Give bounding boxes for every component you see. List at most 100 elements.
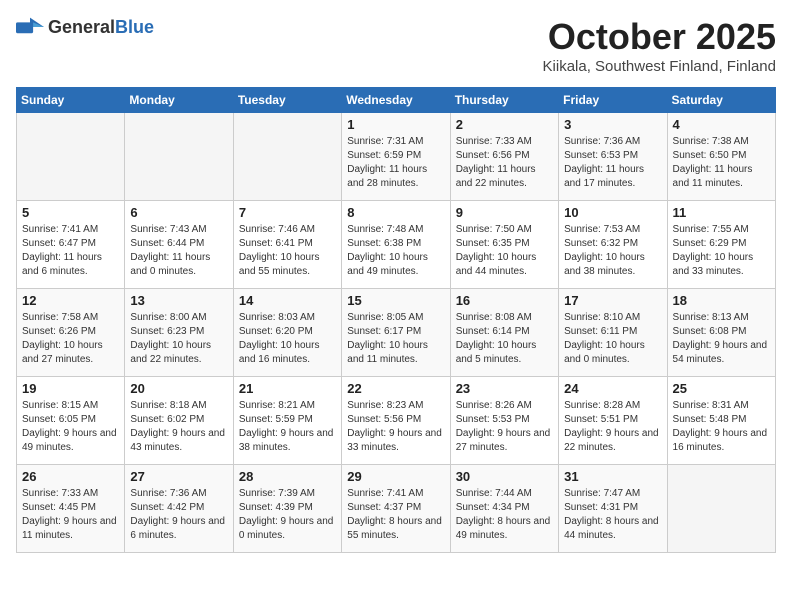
cell-info: Sunrise: 7:48 AMSunset: 6:38 PMDaylight:… [347,223,444,279]
calendar-cell: 12 Sunrise: 7:58 AMSunset: 6:26 PMDayligh… [17,289,125,377]
day-number: 4 [673,117,770,132]
calendar-cell: 20Sunrise: 8:18 AMSunset: 6:02 PMDayligh… [125,377,233,465]
calendar-cell: 25 Sunrise: 8:31 AMSunset: 5:48 PMDayligh… [667,377,775,465]
day-number: 14 [239,293,336,308]
cell-info: Sunrise: 7:47 AMSunset: 4:31 PMDaylight:… [564,487,661,543]
calendar-week-2: 5 Sunrise: 7:41 AMSunset: 6:47 PMDaylight… [17,201,776,289]
logo-icon [16,16,44,38]
calendar-cell: 17Sunrise: 8:10 AMSunset: 6:11 PMDayligh… [559,289,667,377]
calendar-cell: 4 Sunrise: 7:38 AMSunset: 6:50 PMDaylight… [667,113,775,201]
calendar-cell: 21Sunrise: 8:21 AMSunset: 5:59 PMDayligh… [233,377,341,465]
day-number: 11 [673,205,770,220]
cell-info: Sunrise: 8:03 AMSunset: 6:20 PMDaylight:… [239,311,336,367]
day-number: 29 [347,469,444,484]
day-number: 12 [22,293,119,308]
calendar-cell: 8 Sunrise: 7:48 AMSunset: 6:38 PMDaylight… [342,201,450,289]
col-header-friday: Friday [559,88,667,113]
day-number: 18 [673,293,770,308]
calendar-cell: 26 Sunrise: 7:33 AMSunset: 4:45 PMDayligh… [17,465,125,553]
day-number: 31 [564,469,661,484]
day-number: 10 [564,205,661,220]
calendar-cell: 22Sunrise: 8:23 AMSunset: 5:56 PMDayligh… [342,377,450,465]
calendar-cell: 29 Sunrise: 7:41 AMSunset: 4:37 PMDayligh… [342,465,450,553]
calendar-cell: 9 Sunrise: 7:50 AMSunset: 6:35 PMDaylight… [450,201,558,289]
day-number: 15 [347,293,444,308]
day-number: 27 [130,469,227,484]
day-number: 19 [22,381,119,396]
calendar-cell: 16 Sunrise: 8:08 AMSunset: 6:14 PMDayligh… [450,289,558,377]
calendar-cell [125,113,233,201]
day-number: 24 [564,381,661,396]
cell-info: Sunrise: 7:50 AMSunset: 6:35 PMDaylight:… [456,223,553,279]
logo-text: GeneralBlue [48,17,154,38]
cell-info: Sunrise: 7:38 AMSunset: 6:50 PMDaylight:… [673,135,770,191]
cell-info: Sunrise: 8:21 AMSunset: 5:59 PMDaylight:… [239,399,336,455]
calendar-week-3: 12 Sunrise: 7:58 AMSunset: 6:26 PMDayligh… [17,289,776,377]
calendar-cell: 24 Sunrise: 8:28 AMSunset: 5:51 PMDayligh… [559,377,667,465]
cell-info: Sunrise: 8:00 AMSunset: 6:23 PMDaylight:… [130,311,227,367]
cell-info: Sunrise: 8:15 AMSunset: 6:05 PMDaylight:… [22,399,119,455]
calendar-table: SundayMondayTuesdayWednesdayThursdayFrid… [16,87,776,553]
day-number: 23 [456,381,553,396]
col-header-sunday: Sunday [17,88,125,113]
calendar-cell [667,465,775,553]
cell-info: Sunrise: 7:33 AMSunset: 4:45 PMDaylight:… [22,487,119,543]
page-header: GeneralBlue October 2025 Kiikala, Southw… [16,16,776,75]
calendar-cell: 27 Sunrise: 7:36 AMSunset: 4:42 PMDayligh… [125,465,233,553]
cell-info: Sunrise: 8:13 AMSunset: 6:08 PMDaylight:… [673,311,770,367]
calendar-cell: 6 Sunrise: 7:43 AMSunset: 6:44 PMDaylight… [125,201,233,289]
calendar-cell: 10Sunrise: 7:53 AMSunset: 6:32 PMDayligh… [559,201,667,289]
cell-info: Sunrise: 7:46 AMSunset: 6:41 PMDaylight:… [239,223,336,279]
cell-info: Sunrise: 7:33 AMSunset: 6:56 PMDaylight:… [456,135,553,191]
day-number: 8 [347,205,444,220]
cell-info: Sunrise: 7:55 AMSunset: 6:29 PMDaylight:… [673,223,770,279]
cell-info: Sunrise: 8:23 AMSunset: 5:56 PMDaylight:… [347,399,444,455]
day-number: 6 [130,205,227,220]
cell-info: Sunrise: 8:08 AMSunset: 6:14 PMDaylight:… [456,311,553,367]
cell-info: Sunrise: 8:18 AMSunset: 6:02 PMDaylight:… [130,399,227,455]
col-header-monday: Monday [125,88,233,113]
col-header-saturday: Saturday [667,88,775,113]
cell-info: Sunrise: 8:10 AMSunset: 6:11 PMDaylight:… [564,311,661,367]
calendar-cell: 28 Sunrise: 7:39 AMSunset: 4:39 PMDayligh… [233,465,341,553]
cell-info: Sunrise: 7:36 AMSunset: 4:42 PMDaylight:… [130,487,227,543]
calendar-cell [233,113,341,201]
cell-info: Sunrise: 7:31 AMSunset: 6:59 PMDaylight:… [347,135,444,191]
calendar-cell: 14 Sunrise: 8:03 AMSunset: 6:20 PMDayligh… [233,289,341,377]
cell-info: Sunrise: 7:58 AMSunset: 6:26 PMDaylight:… [22,311,119,367]
col-header-wednesday: Wednesday [342,88,450,113]
cell-info: Sunrise: 7:36 AMSunset: 6:53 PMDaylight:… [564,135,661,191]
calendar-cell: 11 Sunrise: 7:55 AMSunset: 6:29 PMDayligh… [667,201,775,289]
cell-info: Sunrise: 7:39 AMSunset: 4:39 PMDaylight:… [239,487,336,543]
calendar-body: 1 Sunrise: 7:31 AMSunset: 6:59 PMDaylight… [17,113,776,553]
day-number: 30 [456,469,553,484]
day-number: 28 [239,469,336,484]
day-number: 1 [347,117,444,132]
cell-info: Sunrise: 7:41 AMSunset: 4:37 PMDaylight:… [347,487,444,543]
day-number: 26 [22,469,119,484]
calendar-cell: 30 Sunrise: 7:44 AMSunset: 4:34 PMDayligh… [450,465,558,553]
calendar-cell: 19 Sunrise: 8:15 AMSunset: 6:05 PMDayligh… [17,377,125,465]
calendar-cell [17,113,125,201]
day-number: 2 [456,117,553,132]
day-number: 25 [673,381,770,396]
day-number: 7 [239,205,336,220]
calendar-week-1: 1 Sunrise: 7:31 AMSunset: 6:59 PMDaylight… [17,113,776,201]
cell-info: Sunrise: 8:28 AMSunset: 5:51 PMDaylight:… [564,399,661,455]
cell-info: Sunrise: 8:31 AMSunset: 5:48 PMDaylight:… [673,399,770,455]
col-header-tuesday: Tuesday [233,88,341,113]
day-number: 5 [22,205,119,220]
calendar-cell: 13Sunrise: 8:00 AMSunset: 6:23 PMDayligh… [125,289,233,377]
cell-info: Sunrise: 7:44 AMSunset: 4:34 PMDaylight:… [456,487,553,543]
calendar-week-5: 26 Sunrise: 7:33 AMSunset: 4:45 PMDayligh… [17,465,776,553]
day-number: 9 [456,205,553,220]
cell-info: Sunrise: 7:43 AMSunset: 6:44 PMDaylight:… [130,223,227,279]
calendar-cell: 31 Sunrise: 7:47 AMSunset: 4:31 PMDayligh… [559,465,667,553]
calendar-cell: 5 Sunrise: 7:41 AMSunset: 6:47 PMDaylight… [17,201,125,289]
logo: GeneralBlue [16,16,154,38]
day-number: 3 [564,117,661,132]
cell-info: Sunrise: 7:41 AMSunset: 6:47 PMDaylight:… [22,223,119,279]
calendar-cell: 7 Sunrise: 7:46 AMSunset: 6:41 PMDaylight… [233,201,341,289]
day-number: 16 [456,293,553,308]
cell-info: Sunrise: 8:26 AMSunset: 5:53 PMDaylight:… [456,399,553,455]
